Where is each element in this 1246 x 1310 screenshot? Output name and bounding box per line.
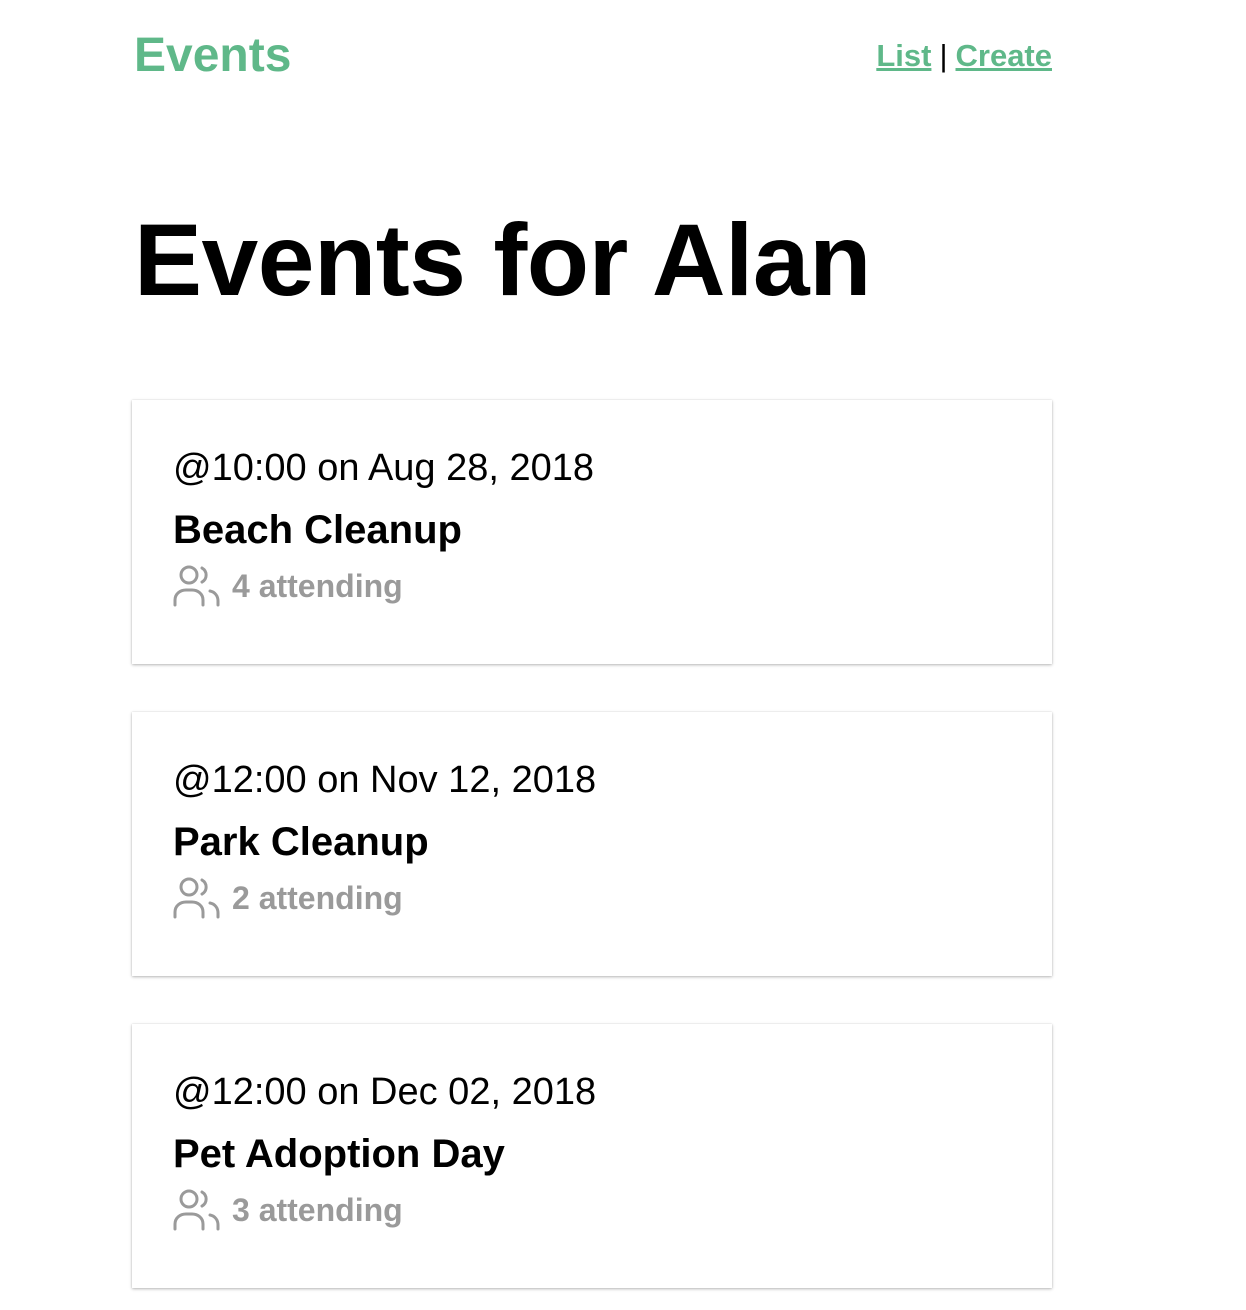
event-attending: 4 attending	[172, 564, 403, 608]
event-datetime: @10:00 on Aug 28, 2018	[173, 447, 595, 489]
page-title: Events for Alan	[134, 203, 871, 317]
events-page: Events List | Create Events for Alan @10:0…	[0, 0, 1246, 1310]
event-datetime: @12:00 on Nov 12, 2018	[173, 759, 597, 801]
event-card[interactable]: @12:00 on Nov 12, 2018 Park Cleanup 2 at…	[132, 712, 1052, 976]
event-title: Park Cleanup	[173, 820, 429, 864]
site-header: Events List | Create	[134, 24, 1052, 88]
nav-list-link[interactable]: List	[876, 38, 931, 73]
attending-count: 3 attending	[232, 1192, 403, 1228]
event-title: Beach Cleanup	[173, 508, 462, 552]
attending-count: 4 attending	[232, 568, 403, 604]
event-attending: 2 attending	[172, 876, 403, 920]
attending-count: 2 attending	[232, 880, 403, 916]
brand-link[interactable]: Events	[134, 28, 291, 84]
event-attending: 3 attending	[172, 1188, 403, 1232]
users-icon	[173, 877, 220, 919]
event-datetime: @12:00 on Dec 02, 2018	[173, 1071, 597, 1113]
nav-create-link[interactable]: Create	[956, 38, 1053, 73]
nav-separator: |	[939, 38, 948, 73]
event-title: Pet Adoption Day	[173, 1132, 505, 1176]
event-card[interactable]: @12:00 on Dec 02, 2018 Pet Adoption Day …	[132, 1024, 1052, 1288]
event-card[interactable]: @10:00 on Aug 28, 2018 Beach Cleanup 4 a…	[132, 400, 1052, 664]
users-icon	[173, 565, 220, 607]
top-nav: List | Create	[876, 36, 1052, 76]
users-icon	[173, 1189, 220, 1231]
